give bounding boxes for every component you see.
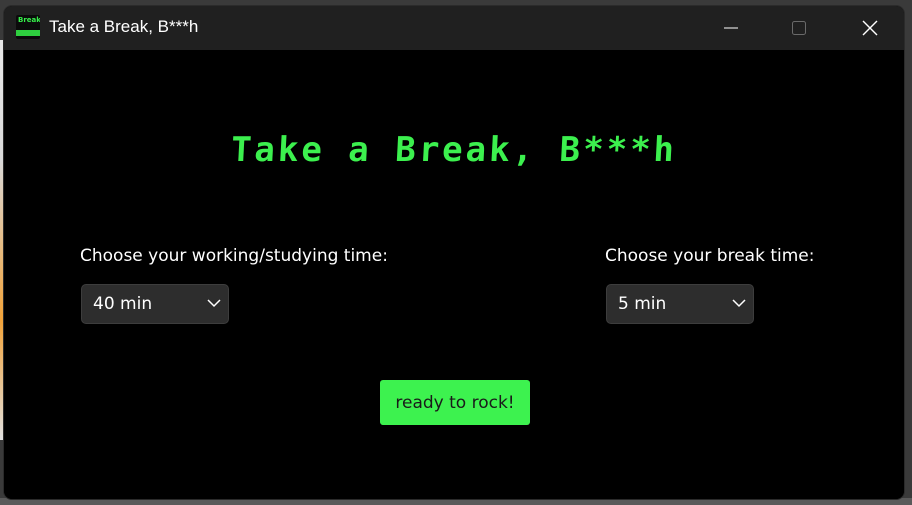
break-time-select[interactable]: 5 min <box>606 284 754 324</box>
app-icon: Break <box>16 15 40 39</box>
maximize-icon <box>792 21 806 35</box>
work-time-label: Choose your working/studying time: <box>80 246 388 266</box>
minimize-icon <box>724 27 738 29</box>
maximize-button[interactable] <box>769 6 829 50</box>
close-icon <box>862 20 878 36</box>
close-button[interactable] <box>840 6 900 50</box>
title-bar[interactable]: Break Take a Break, B***h <box>4 6 904 50</box>
minimize-button[interactable] <box>701 6 761 50</box>
desktop-background-bottom <box>0 498 912 505</box>
app-icon-bar <box>16 30 40 36</box>
chevron-down-icon <box>207 299 221 308</box>
main-content: Take a Break, B***h Choose your working/… <box>4 50 904 499</box>
app-window: Break Take a Break, B***h Take a Break, … <box>4 6 904 499</box>
chevron-down-icon <box>732 299 746 308</box>
work-time-select[interactable]: 40 min <box>81 284 229 324</box>
break-time-value: 5 min <box>618 294 667 314</box>
window-title: Take a Break, B***h <box>49 17 199 36</box>
app-icon-text: Break <box>18 16 40 24</box>
start-button[interactable]: ready to rock! <box>380 380 530 425</box>
work-time-value: 40 min <box>93 294 153 314</box>
break-time-label: Choose your break time: <box>605 246 815 266</box>
app-headline: Take a Break, B***h <box>229 130 679 170</box>
